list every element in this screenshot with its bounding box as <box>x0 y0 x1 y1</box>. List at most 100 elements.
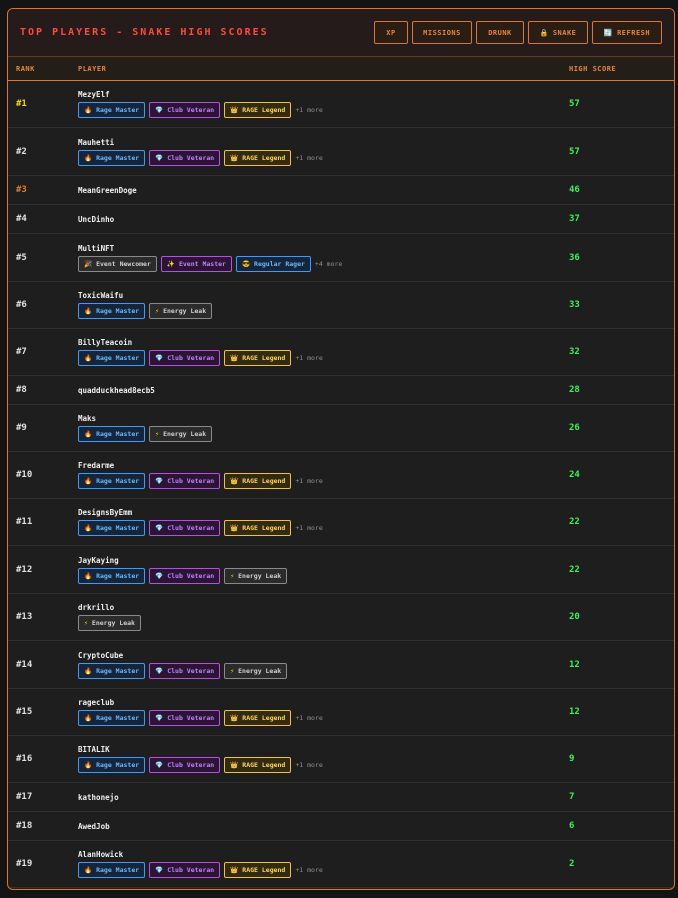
table-row[interactable]: #19 AlanHowick 🔥 Rage Master 💎 Club Veteran 👑 R… <box>8 841 674 888</box>
xp-button[interactable]: XP <box>374 21 408 44</box>
player-name[interactable]: DesignsByEmm <box>78 508 569 517</box>
badge-label: Energy Leak <box>163 307 207 315</box>
table-row[interactable]: #6 ToxicWaifu 🔥 Rage Master ⚡ Energy Leak 33 <box>8 282 674 329</box>
more-badges-link[interactable]: +1 more <box>295 354 322 362</box>
table-row[interactable]: #3 MeanGreenDoge 46 <box>8 176 674 205</box>
rank-column-header: RANK <box>16 64 35 73</box>
badge-label: Rage Master <box>96 761 140 769</box>
missions-button[interactable]: MISSIONS <box>412 21 472 44</box>
badge-energy-leak: ⚡ Energy Leak <box>224 662 288 679</box>
player-name[interactable]: UncDinho <box>78 215 569 224</box>
badge-label: Rage Master <box>96 866 140 874</box>
player-name[interactable]: BillyTeacoin <box>78 338 569 347</box>
badge-rage-master: 🔥 Rage Master <box>78 710 146 726</box>
player-name[interactable]: drkrillo <box>78 603 569 612</box>
table-row[interactable]: #1 MezyElf 🔥 Rage Master 💎 Club Veteran 👑 RAGE … <box>8 81 674 128</box>
player-name[interactable]: quadduckhead8ecb5 <box>78 386 569 395</box>
score-cell: 2 <box>569 859 575 869</box>
more-badges-link[interactable]: +1 more <box>295 477 322 485</box>
badge-club-veteran: 💎 Club Veteran <box>149 473 221 489</box>
badge-label: Energy Leak <box>91 619 135 627</box>
table-row[interactable]: #9 Maks 🔥 Rage Master ⚡ Energy Leak 26 <box>8 405 674 452</box>
table-row[interactable]: #14 CryptoCube 🔥 Rage Master 💎 Club Veteran ⚡ E… <box>8 641 674 689</box>
player-name[interactable]: Mauhetti <box>78 138 569 147</box>
badge-label: RAGE Legend <box>242 714 286 722</box>
table-row[interactable]: #2 Mauhetti 🔥 Rage Master 💎 Club Veteran 👑 RAGE… <box>8 128 674 176</box>
flame-icon: 🔥 <box>84 307 93 315</box>
badge-club-veteran: 💎 Club Veteran <box>149 520 221 536</box>
score-cell: 12 <box>569 707 580 717</box>
table-row[interactable]: #4 UncDinho 37 <box>8 205 674 234</box>
table-row[interactable]: #11 DesignsByEmm 🔥 Rage Master 💎 Club Veteran… <box>8 499 674 546</box>
badge-list: 🔥 Rage Master ⚡ Energy Leak <box>78 303 569 319</box>
table-row[interactable]: #7 BillyTeacoin 🔥 Rage Master 💎 Club Veteran 👑… <box>8 329 674 376</box>
lightning-icon: ⚡ <box>230 571 235 580</box>
badge-club-veteran: 💎 Club Veteran <box>149 662 221 679</box>
player-name[interactable]: kathonejo <box>78 793 569 802</box>
badge-regular-rager: 😎 Regular Rager <box>235 255 311 272</box>
player-name[interactable]: JayKaying <box>78 556 569 565</box>
table-row[interactable]: #13 drkrillo ⚡ Energy Leak 20 <box>8 594 674 641</box>
missions-button-label: MISSIONS <box>423 28 461 37</box>
rank-cell: #19 <box>16 859 33 869</box>
badge-label: Event Newcomer <box>96 259 151 268</box>
sparkle-icon: ✨ <box>166 259 175 268</box>
table-row[interactable]: #5 MultiNFT 🎉 Event Newcomer ✨ Event Master 😎 R… <box>8 234 674 282</box>
leaderboard-panel: TOP PLAYERS - SNAKE HIGH SCORES XP MISSI… <box>7 8 675 890</box>
badge-label: Rage Master <box>96 430 140 438</box>
more-badges-link[interactable]: +1 more <box>295 761 322 769</box>
drunk-button[interactable]: DRUNK <box>476 21 524 44</box>
flame-icon: 🔥 <box>84 153 93 162</box>
badge-rage-legend: 👑 RAGE Legend <box>224 102 292 118</box>
score-cell: 32 <box>569 347 580 357</box>
more-badges-link[interactable]: +1 more <box>295 106 322 114</box>
gem-icon: 💎 <box>155 477 164 485</box>
badge-label: Rage Master <box>96 571 140 580</box>
badge-label: Club Veteran <box>167 524 215 532</box>
badge-label: Energy Leak <box>238 571 282 580</box>
player-name[interactable]: ToxicWaifu <box>78 291 569 300</box>
more-badges-link[interactable]: +1 more <box>295 866 322 874</box>
table-row[interactable]: #17 kathonejo 7 <box>8 783 674 812</box>
table-row[interactable]: #16 BITALIK 🔥 Rage Master 💎 Club Veteran 👑 RAGE… <box>8 736 674 783</box>
gem-icon: 💎 <box>155 106 164 114</box>
badge-label: Club Veteran <box>167 153 215 162</box>
snake-button[interactable]: 🔒 SNAKE <box>528 21 588 44</box>
crown-icon: 👑 <box>230 354 239 362</box>
player-name[interactable]: MezyElf <box>78 90 569 99</box>
flame-icon: 🔥 <box>84 354 93 362</box>
player-name[interactable]: Fredarme <box>78 461 569 470</box>
player-name[interactable]: MeanGreenDoge <box>78 186 569 195</box>
crown-icon: 👑 <box>230 714 239 722</box>
refresh-button[interactable]: 🔄 REFRESH <box>592 21 662 44</box>
player-name[interactable]: Maks <box>78 414 569 423</box>
table-row[interactable]: #8 quadduckhead8ecb5 28 <box>8 376 674 405</box>
player-name[interactable]: MultiNFT <box>78 244 569 253</box>
score-cell: 22 <box>569 517 580 527</box>
table-row[interactable]: #12 JayKaying 🔥 Rage Master 💎 Club Veteran ⚡ En… <box>8 546 674 594</box>
badge-event-master: ✨ Event Master <box>160 255 232 272</box>
player-name[interactable]: rageclub <box>78 698 569 707</box>
badge-list: ⚡ Energy Leak <box>78 615 569 631</box>
badge-rage-master: 🔥 Rage Master <box>78 149 146 166</box>
table-row[interactable]: #15 rageclub 🔥 Rage Master 💎 Club Veteran 👑 RAG… <box>8 689 674 736</box>
badge-label: Club Veteran <box>167 354 215 362</box>
table-row[interactable]: #18 AwedJob 6 <box>8 812 674 841</box>
player-cell: JayKaying 🔥 Rage Master 💎 Club Veteran ⚡ Energ… <box>78 556 569 584</box>
rank-cell: #14 <box>16 659 33 670</box>
player-name[interactable]: AwedJob <box>78 822 569 831</box>
flame-icon: 🔥 <box>84 106 93 114</box>
player-name[interactable]: CryptoCube <box>78 651 569 660</box>
rank-cell: #5 <box>16 252 27 263</box>
table-row[interactable]: #10 Fredarme 🔥 Rage Master 💎 Club Veteran 👑 RAG… <box>8 452 674 499</box>
more-badges-link[interactable]: +1 more <box>295 524 322 532</box>
more-badges-link[interactable]: +1 more <box>295 154 322 162</box>
player-name[interactable]: BITALIK <box>78 745 569 754</box>
badge-rage-master: 🔥 Rage Master <box>78 757 146 773</box>
score-cell: 7 <box>569 792 575 802</box>
more-badges-link[interactable]: +1 more <box>295 714 322 722</box>
player-name[interactable]: AlanHowick <box>78 850 569 859</box>
player-cell: UncDinho <box>78 215 569 224</box>
player-cell: quadduckhead8ecb5 <box>78 386 569 395</box>
more-badges-link[interactable]: +4 more <box>315 260 342 268</box>
